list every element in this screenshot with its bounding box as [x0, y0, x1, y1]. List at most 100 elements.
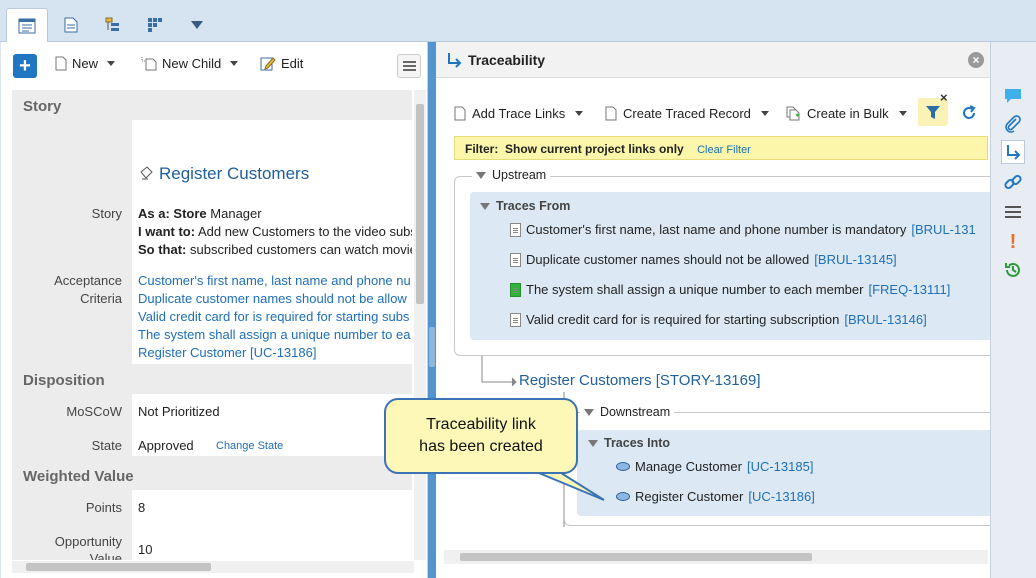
scroll-thumb[interactable]: [460, 553, 812, 561]
trace-item-id-link[interactable]: [BRUL-13145]: [814, 252, 896, 267]
filter-button[interactable]: ×: [918, 90, 948, 126]
clear-filter-link[interactable]: Clear Filter: [697, 144, 751, 156]
opportunity-label-2: Value: [89, 551, 122, 560]
tab-more-dropdown[interactable]: [176, 8, 218, 42]
trace-icon: [1007, 145, 1021, 160]
trace-item-id-link[interactable]: [BRUL-13146]: [844, 312, 926, 327]
list-item[interactable]: Register Customer [UC-13186]: [616, 489, 815, 504]
upstream-toggle[interactable]: Upstream: [472, 168, 551, 182]
issues-button[interactable]: !: [1001, 230, 1025, 254]
trace-arrow-icon: [448, 53, 462, 68]
trace-item-text: Manage Customer: [635, 459, 742, 474]
moscow-value: Not Prioritized: [138, 404, 220, 419]
acceptance-link[interactable]: Valid credit card for is required for st…: [138, 309, 409, 324]
trace-item-id-link[interactable]: [UC-13185]: [747, 459, 813, 474]
document-icon: [64, 17, 78, 33]
downstream-label: Downstream: [600, 405, 671, 419]
filter-label: Filter:: [465, 142, 499, 156]
acceptance-label-2: Criteria: [80, 291, 122, 306]
splitter-grip[interactable]: [429, 327, 435, 367]
list-item[interactable]: Duplicate customer names should not be a…: [510, 252, 897, 267]
collapse-triangle-icon: [476, 171, 486, 179]
create-in-bulk-label: Create in Bulk: [807, 106, 889, 121]
story-so-that: So that: subscribed customers can watch …: [138, 242, 412, 257]
traceability-button[interactable]: [1001, 140, 1025, 164]
new-child-button[interactable]: New Child: [141, 56, 239, 71]
new-button[interactable]: New: [55, 56, 116, 71]
moscow-label: MoSCoW: [66, 404, 122, 419]
trace-horizontal-scrollbar[interactable]: [444, 550, 988, 564]
new-document-icon: [605, 106, 617, 121]
use-case-icon: [616, 492, 630, 501]
acceptance-link[interactable]: Duplicate customer names should not be a…: [138, 291, 407, 306]
left-horizontal-scrollbar[interactable]: [12, 561, 414, 573]
trace-item-text: Valid credit card for is required for st…: [526, 312, 840, 327]
tab-tree-view[interactable]: [92, 8, 134, 42]
chevron-down-icon: [191, 21, 203, 29]
tab-document-view[interactable]: [50, 8, 92, 42]
close-button[interactable]: ×: [968, 52, 984, 68]
new-button-label: New: [72, 56, 99, 71]
record-title-row: Register Customers: [139, 164, 309, 184]
acceptance-link[interactable]: Register Customer [UC-13186]: [138, 345, 316, 360]
create-traced-record-label: Create Traced Record: [623, 106, 751, 121]
left-vertical-scrollbar[interactable]: [414, 90, 426, 560]
requirement-icon: [510, 222, 521, 237]
collapse-triangle-icon: [584, 408, 594, 416]
splitter-bar: [428, 42, 436, 578]
traces-into-toggle[interactable]: Traces Into: [588, 436, 670, 450]
add-trace-links-button[interactable]: Add Trace Links: [454, 106, 584, 121]
refresh-icon[interactable]: [960, 104, 978, 122]
new-document-icon: [55, 56, 67, 71]
collapse-triangle-icon: [480, 202, 490, 210]
history-button[interactable]: [1001, 258, 1025, 282]
attachments-button[interactable]: [1001, 112, 1025, 136]
weighted-value-panel: [132, 490, 412, 560]
downstream-toggle[interactable]: Downstream: [580, 405, 675, 419]
create-traced-record-button[interactable]: Create Traced Record: [605, 106, 769, 121]
acceptance-link[interactable]: The system shall assign a unique number …: [138, 327, 410, 342]
tree-icon: [105, 17, 119, 31]
add-button[interactable]: +: [13, 54, 37, 78]
tab-form-view[interactable]: [6, 8, 48, 42]
related-list-button[interactable]: [1001, 200, 1025, 224]
tab-grid-view[interactable]: [134, 8, 176, 42]
list-item[interactable]: Customer's first name, last name and pho…: [510, 222, 976, 237]
so-that-label: So that:: [138, 242, 187, 257]
more-menu-button[interactable]: [397, 54, 421, 78]
scroll-thumb[interactable]: [26, 563, 211, 571]
current-record-link[interactable]: Register Customers [STORY-13169]: [519, 372, 761, 389]
pane-splitter[interactable]: [428, 42, 436, 578]
list-item[interactable]: The system shall assign a unique number …: [510, 282, 950, 297]
list-item[interactable]: Manage Customer [UC-13185]: [616, 459, 813, 474]
change-state-link[interactable]: Change State: [216, 440, 283, 452]
list-item[interactable]: Valid credit card for is required for st…: [510, 312, 927, 327]
opportunity-label-1: Opportunity: [54, 534, 122, 549]
chevron-down-icon: [575, 111, 584, 116]
trace-item-id-link[interactable]: [UC-13186]: [748, 489, 814, 504]
comment-icon: [1005, 89, 1021, 103]
attachment-icon: [1005, 115, 1021, 133]
edit-button-label: Edit: [281, 56, 304, 71]
form-icon: [18, 18, 36, 33]
traces-from-toggle[interactable]: Traces From: [480, 199, 570, 213]
trace-item-text: Register Customer: [635, 489, 744, 504]
trace-item-id-link[interactable]: [FREQ-13111]: [868, 282, 950, 297]
callout-line-2: has been created: [419, 438, 543, 455]
so-that-text: subscribed customers can watch movie: [190, 242, 412, 257]
filter-text: Show current project links only: [505, 142, 684, 156]
trace-item-id-link[interactable]: [BRUL-131: [911, 222, 975, 237]
clear-filter-x-icon[interactable]: ×: [940, 90, 948, 105]
scroll-thumb[interactable]: [416, 104, 424, 304]
chevron-down-icon: [898, 111, 907, 116]
section-title-story: Story: [23, 98, 62, 115]
links-button[interactable]: [1001, 170, 1025, 194]
record-title: Register Customers: [159, 164, 310, 183]
acceptance-link[interactable]: Customer's first name, last name and pho…: [138, 273, 411, 288]
trace-item-text: The system shall assign a unique number …: [526, 282, 864, 297]
comments-button[interactable]: [1001, 84, 1025, 108]
points-label: Points: [85, 500, 122, 515]
edit-button[interactable]: Edit: [260, 56, 303, 71]
traces-from-label: Traces From: [496, 199, 571, 213]
create-in-bulk-button[interactable]: Create in Bulk: [786, 106, 907, 121]
